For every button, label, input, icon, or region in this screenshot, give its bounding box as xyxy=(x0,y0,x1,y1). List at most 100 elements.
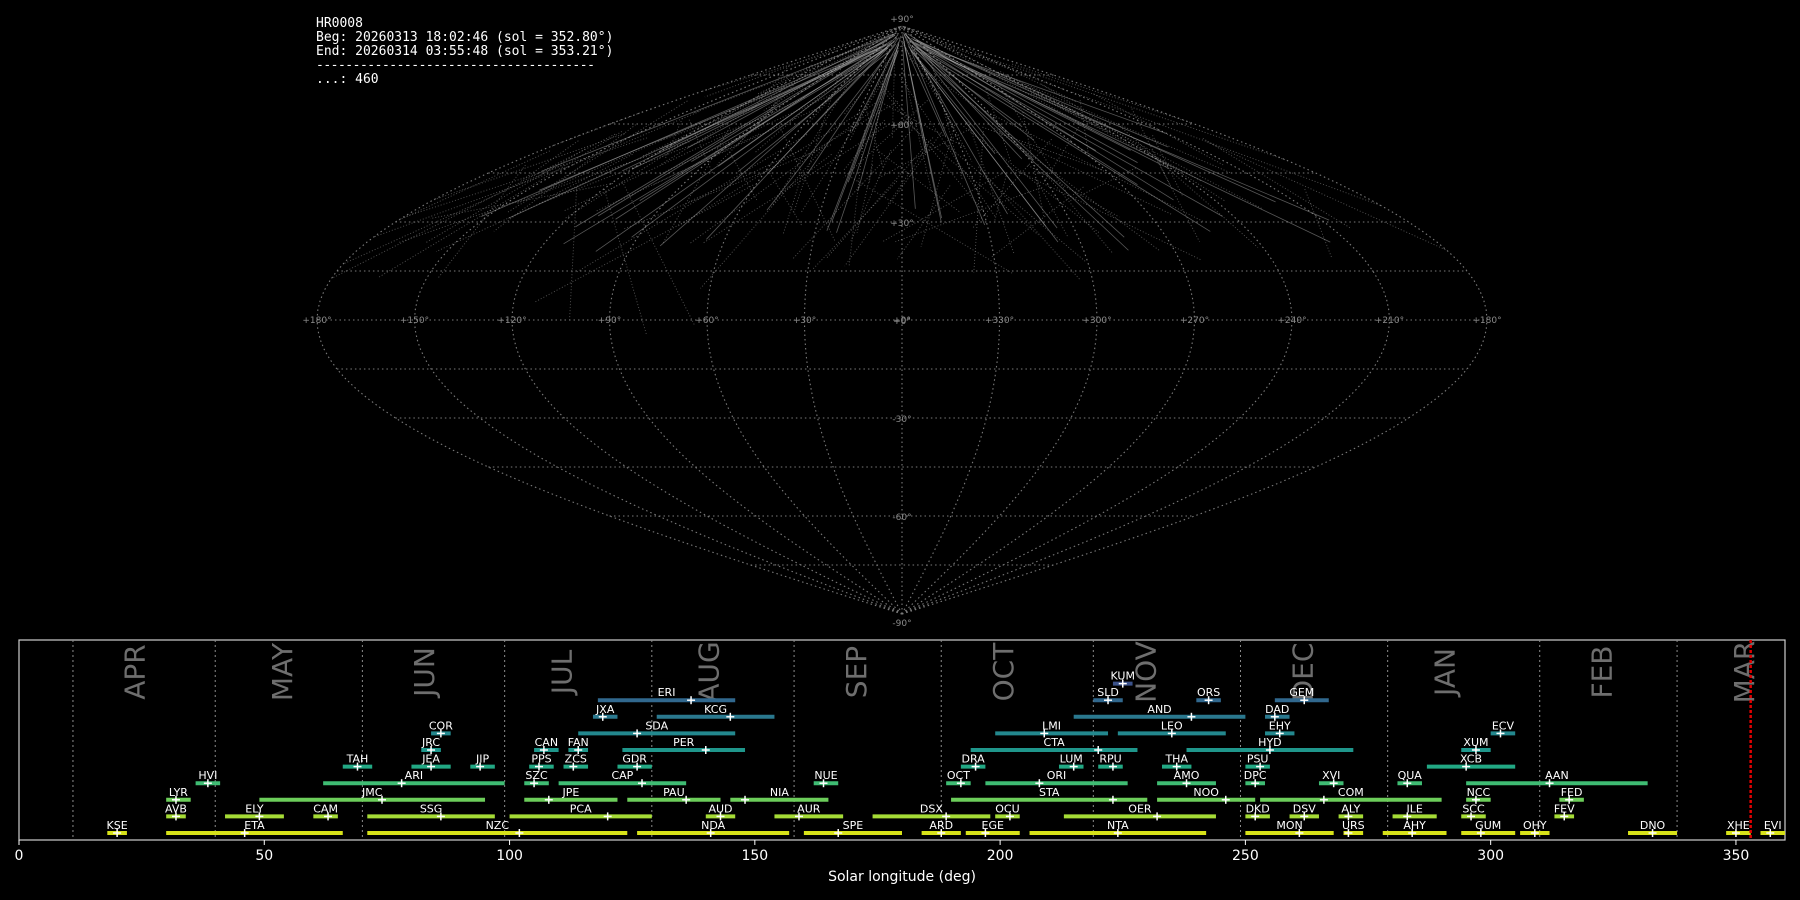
meteor-track xyxy=(548,153,633,198)
meteor-track xyxy=(1202,137,1351,229)
meteor-track xyxy=(997,71,1231,174)
month-label: FEB xyxy=(1585,645,1618,698)
meteor-track xyxy=(378,131,623,278)
meteor-track xyxy=(904,32,1058,229)
shower-label: CAM xyxy=(313,802,338,815)
meteor-track xyxy=(963,125,1101,235)
month-label: OCT xyxy=(987,642,1020,702)
ra-label: +270° xyxy=(1180,316,1209,326)
shower-label: ALY xyxy=(1341,802,1360,815)
shower-label: SSG xyxy=(420,802,443,815)
shower-label: AUD xyxy=(708,802,732,815)
month-label: JUN xyxy=(408,647,441,699)
month-label: DEC xyxy=(1286,643,1319,702)
shower-label: EGE xyxy=(982,819,1004,832)
meteor-track xyxy=(621,181,695,326)
ra-label: +330° xyxy=(985,316,1014,326)
shower-label: PAU xyxy=(663,786,685,799)
shower-label: NIA xyxy=(770,786,789,799)
shower-label: THA xyxy=(1164,753,1188,766)
month-label: AUG xyxy=(693,641,726,702)
shower-label: JMC xyxy=(361,786,383,799)
shower-label: ARI xyxy=(405,769,423,782)
shower-label: FED xyxy=(1561,786,1583,799)
month-label: MAR xyxy=(1728,641,1761,704)
meteor-track xyxy=(876,149,960,213)
meteor-track xyxy=(1117,124,1259,248)
shower-label: LUM xyxy=(1060,753,1083,766)
meteor-track xyxy=(916,43,1223,217)
meteor-track xyxy=(943,142,1086,262)
ra-label: +300° xyxy=(1082,316,1111,326)
x-tick-label: 50 xyxy=(255,848,273,864)
shower-label: XCB xyxy=(1460,753,1482,766)
shower-label: FEV xyxy=(1554,802,1575,815)
meridian-line xyxy=(413,25,903,615)
shower-label: JIP xyxy=(475,753,489,766)
x-axis-title: Solar longitude (deg) xyxy=(828,869,976,885)
shower-label: HYD xyxy=(1258,736,1281,749)
meteor-track xyxy=(920,34,1069,92)
meteor-track xyxy=(812,180,898,270)
meteor-track xyxy=(915,39,1276,203)
shower-label: ORS xyxy=(1197,686,1220,699)
dec-label: -30° xyxy=(892,415,911,425)
x-tick-label: 300 xyxy=(1477,848,1504,864)
meteor-track xyxy=(782,175,803,236)
dec-label: +30° xyxy=(890,219,914,229)
meteor-track xyxy=(920,51,1211,232)
shower-label: NCC xyxy=(1467,786,1491,799)
shower-label: NDA xyxy=(701,819,726,832)
chart-frame xyxy=(18,639,1786,841)
shower-label: OCT xyxy=(947,769,970,782)
shower-label: JRC xyxy=(421,736,440,749)
shower-label: KUM xyxy=(1111,670,1135,683)
shower-label: DRA xyxy=(962,753,986,766)
meteor-track xyxy=(909,49,1047,227)
dec-label: +0° xyxy=(893,317,911,327)
shower-label: URS xyxy=(1342,819,1365,832)
meteor-track xyxy=(704,35,872,98)
shower-label: LEO xyxy=(1161,719,1183,732)
shower-label: XVI xyxy=(1322,769,1340,782)
shower-label: DAD xyxy=(1265,703,1289,716)
shower-label: SLD xyxy=(1097,686,1119,699)
shower-label: OER xyxy=(1128,802,1152,815)
meteor-track xyxy=(1037,164,1113,254)
x-tick-label: 200 xyxy=(987,848,1014,864)
shower-label: MON xyxy=(1276,819,1302,832)
x-tick-label: 350 xyxy=(1723,848,1750,864)
month-label: JUL xyxy=(546,649,579,696)
meteor-track xyxy=(642,40,879,157)
meteor-track xyxy=(848,130,866,267)
shower-label: SZC xyxy=(525,769,548,782)
shower-label: TAH xyxy=(346,753,369,766)
shower-label: DKD xyxy=(1246,802,1270,815)
meteor-track xyxy=(659,32,897,152)
shower-label: COR xyxy=(429,719,453,732)
shower-label: SPE xyxy=(843,819,864,832)
shower-label: OCU xyxy=(995,802,1019,815)
meteor-track xyxy=(700,50,836,93)
shower-label: CAP xyxy=(611,769,633,782)
meteor-track xyxy=(729,151,758,201)
ra-label: +150° xyxy=(400,316,429,326)
month-label: MAY xyxy=(266,642,299,701)
month-grid: APR MAY JUN JUL AUG SEP OCT NOV DEC JAN FEB MAR xyxy=(72,640,1761,840)
meteor-track xyxy=(539,47,881,191)
meteor-track xyxy=(769,172,803,227)
meteor-track xyxy=(923,46,1331,243)
shower-label: GUM xyxy=(1475,819,1501,832)
shower-label: STA xyxy=(1039,786,1060,799)
shower-label: LMI xyxy=(1042,719,1061,732)
shower-label: AUR xyxy=(797,802,821,815)
shower-label: NUE xyxy=(814,769,837,782)
meteor-track xyxy=(914,50,1129,251)
shower-label: GDR xyxy=(622,753,647,766)
meteor-track xyxy=(995,80,1070,197)
shower-label: PCA xyxy=(570,802,592,815)
month-label: APR xyxy=(119,644,152,700)
meteor-track xyxy=(603,188,648,336)
meteor-track xyxy=(425,148,586,244)
shower-label: AHY xyxy=(1403,819,1426,832)
